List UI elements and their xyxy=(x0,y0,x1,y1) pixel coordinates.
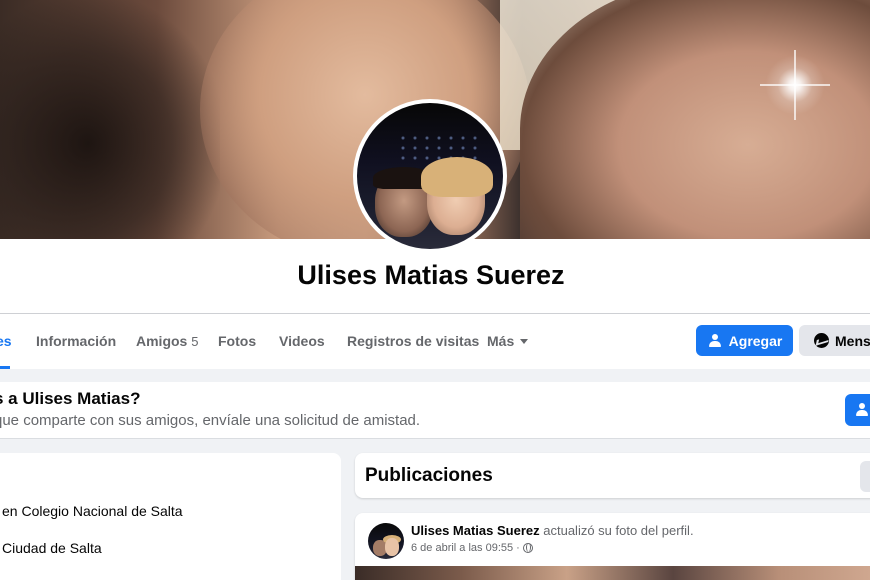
cover-photo-shadow xyxy=(0,0,220,239)
tab-active-indicator xyxy=(0,366,10,369)
post-action-text: actualizó su foto del perfil. xyxy=(543,523,694,538)
add-friend-button[interactable]: Agregar xyxy=(696,325,793,356)
friend-request-subtitle: que comparte con sus amigos, envíale una… xyxy=(0,412,421,429)
profile-name: Ulises Matias Suerez xyxy=(297,260,565,290)
friend-request-title: s a Ulises Matias? xyxy=(0,389,141,408)
profile-picture[interactable] xyxy=(353,99,507,253)
header-divider xyxy=(0,313,870,314)
post-meta: 6 de abril a las 09:55 · xyxy=(411,542,533,554)
user-plus-icon xyxy=(854,403,870,417)
tab-videos[interactable]: Videos xyxy=(279,332,325,350)
post-header-text: Ulises Matias Suerez actualizó su foto d… xyxy=(411,523,694,538)
caret-down-icon xyxy=(520,339,529,344)
tab-informacion[interactable]: Información xyxy=(36,332,116,350)
tab-amigos-label: Amigos xyxy=(136,333,188,349)
post-avatar-person-2 xyxy=(385,538,399,556)
message-button-label: Mensa xyxy=(835,332,870,349)
message-button[interactable]: Mensa xyxy=(799,325,870,356)
post-meta-separator: · xyxy=(516,542,520,554)
tab-amigos[interactable]: Amigos 5 xyxy=(136,332,198,351)
tab-publicaciones[interactable]: es xyxy=(0,332,12,350)
post-photo[interactable] xyxy=(355,566,870,580)
friend-request-button[interactable] xyxy=(845,394,870,426)
tab-fotos[interactable]: Fotos xyxy=(218,332,256,350)
globe-icon xyxy=(522,543,533,553)
intro-education: en Colegio Nacional de Salta xyxy=(2,503,183,519)
post-author-avatar[interactable] xyxy=(368,523,404,559)
profile-name-container: Ulises Matias Suerez xyxy=(0,260,870,291)
profile-picture-image xyxy=(357,103,503,249)
post-timestamp[interactable]: 6 de abril a las 09:55 xyxy=(411,542,513,554)
messenger-icon xyxy=(814,333,829,348)
tab-registros-de-visitas[interactable]: Registros de visitas xyxy=(347,332,479,350)
post-author-name[interactable]: Ulises Matias Suerez xyxy=(411,523,540,538)
tab-mas[interactable]: Más xyxy=(487,332,529,350)
intro-location: Ciudad de Salta xyxy=(2,540,102,556)
posts-section-title: Publicaciones xyxy=(365,465,493,486)
tab-mas-label: Más xyxy=(487,333,515,349)
tab-amigos-count: 5 xyxy=(191,334,199,349)
posts-filter-button[interactable] xyxy=(860,461,870,492)
profile-picture-person-2-hair xyxy=(421,157,493,197)
user-plus-icon xyxy=(707,333,723,348)
add-friend-label: Agregar xyxy=(728,332,783,349)
cover-photo-sparkle xyxy=(760,50,830,120)
